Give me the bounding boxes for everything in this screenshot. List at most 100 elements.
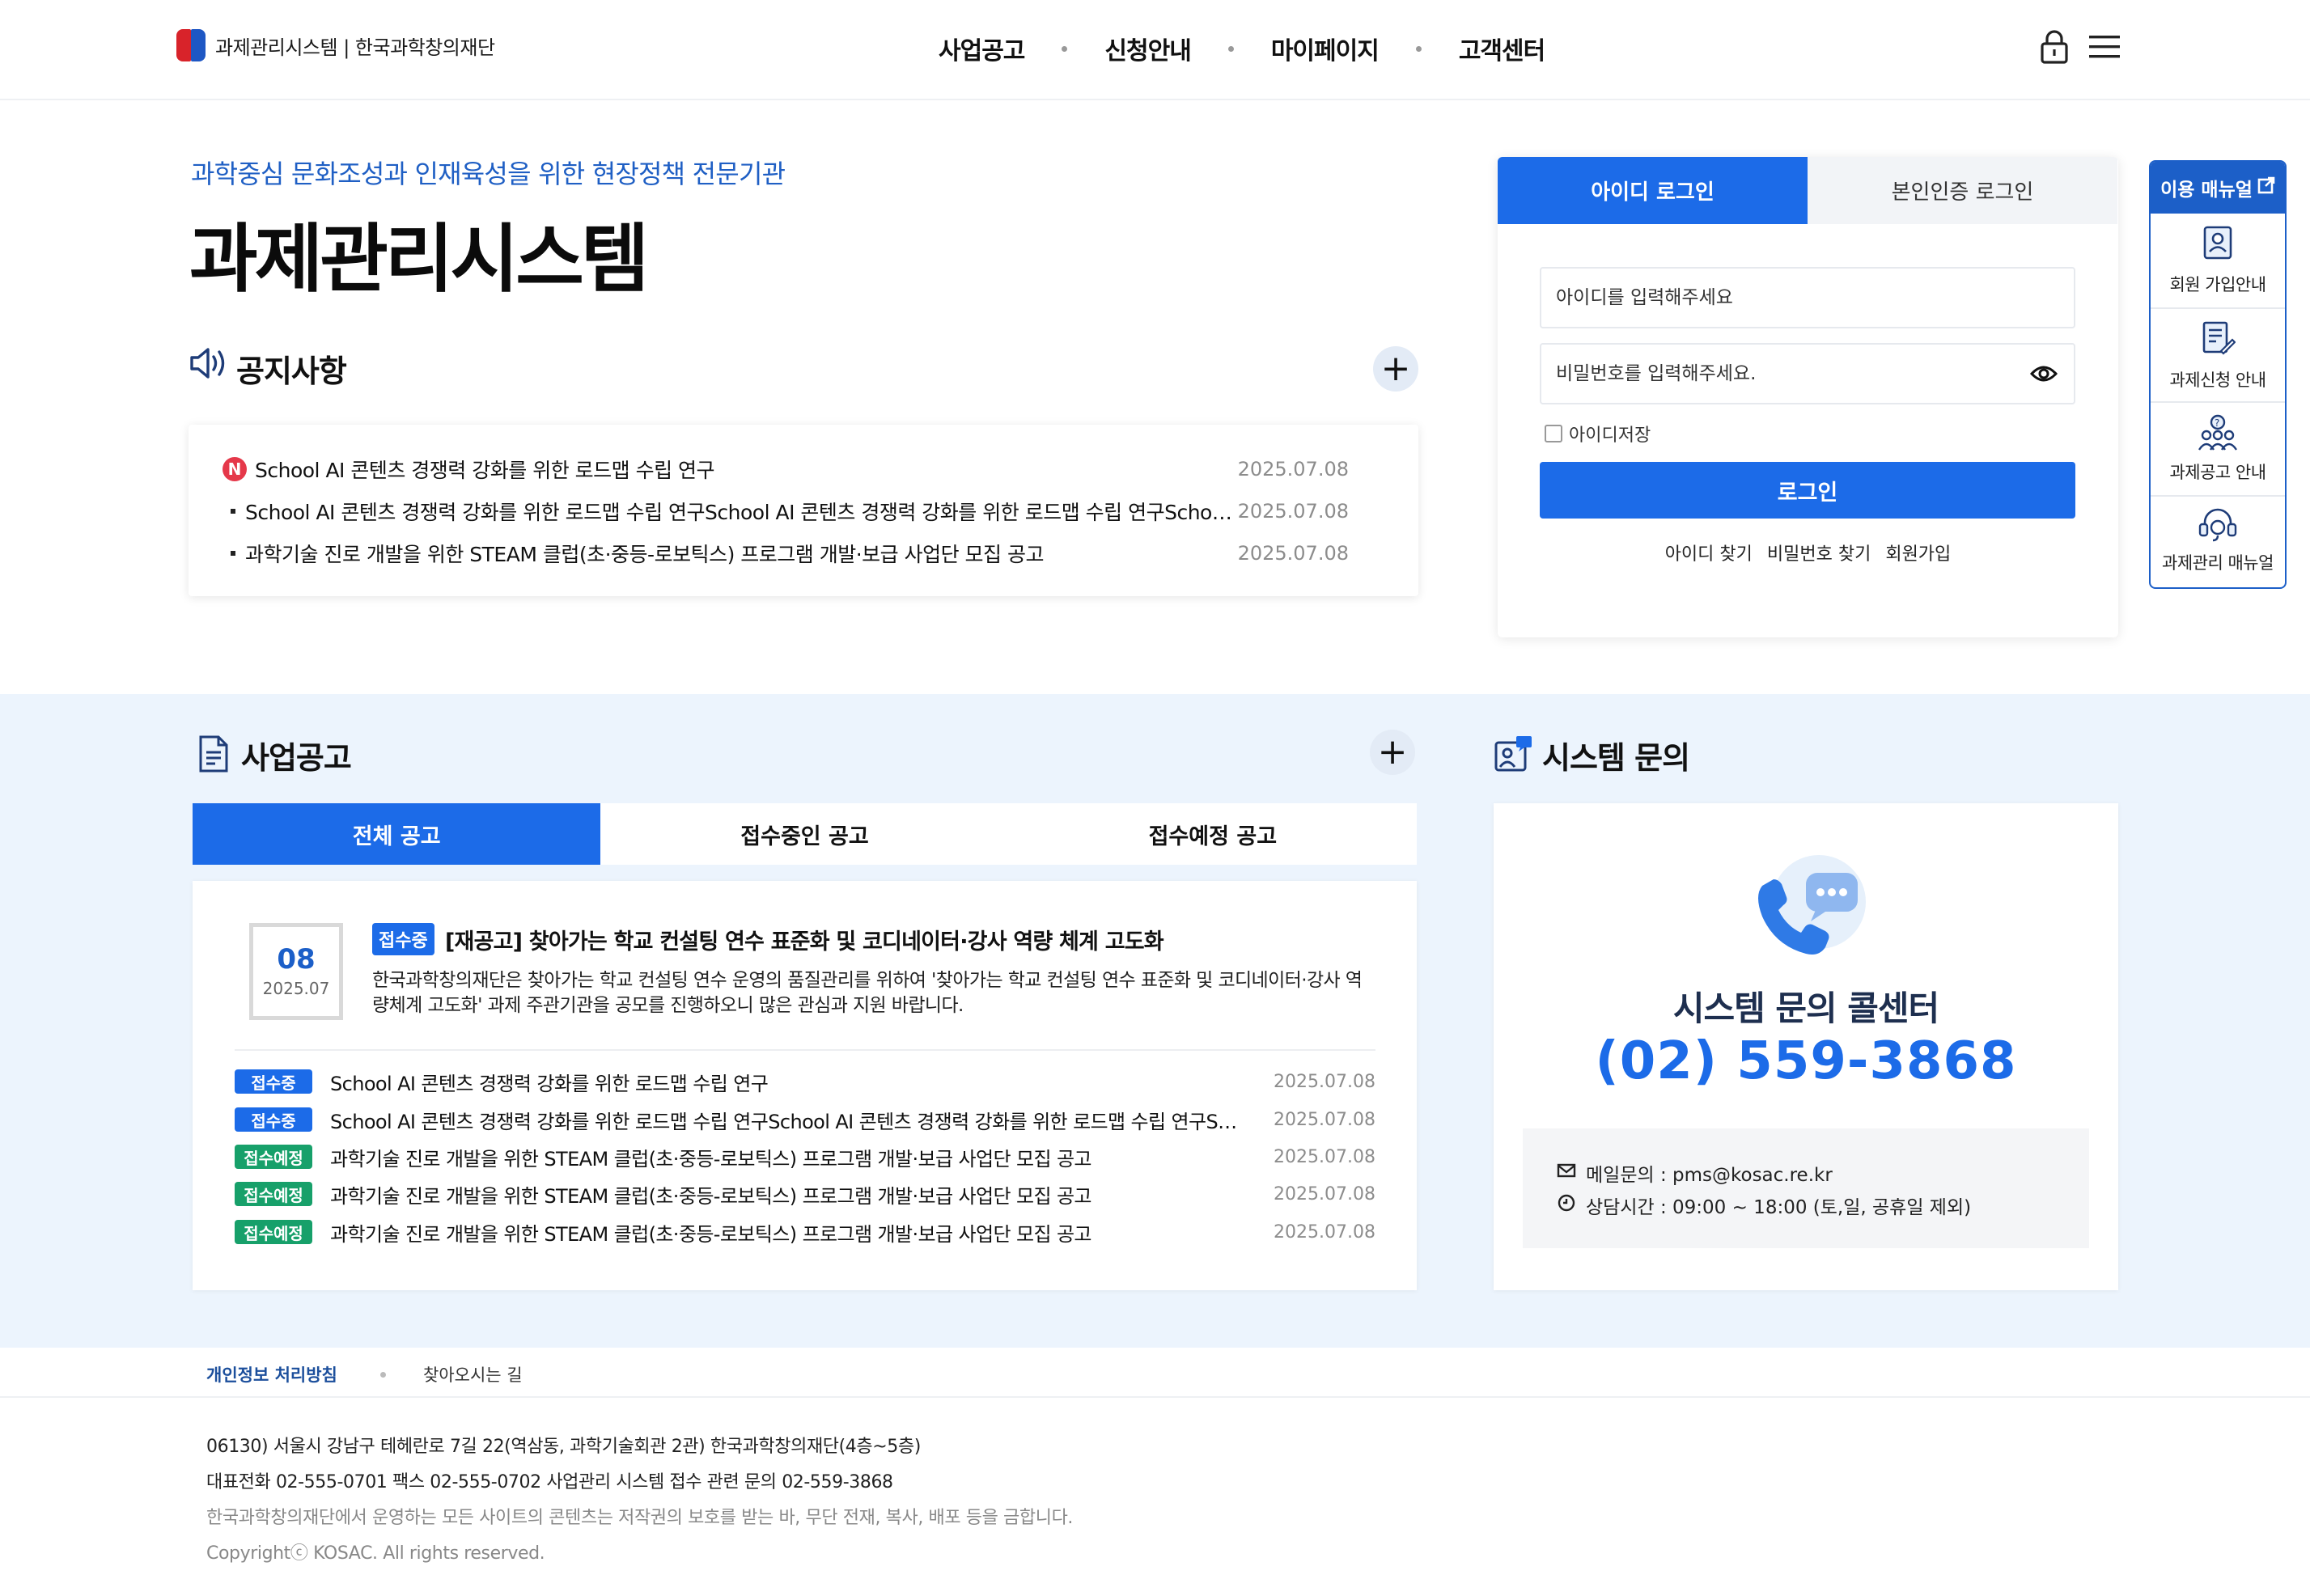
bullet-icon [231,551,235,556]
hours-line: 상담시간 : 09:00 ~ 18:00 (토,일, 공휴일 제외) [1557,1192,1971,1219]
list-item-date: 2025.07.08 [1274,1071,1375,1092]
megaphone-icon [189,345,229,385]
nav-item-customer-center[interactable]: 고객센터 [1459,31,1545,66]
nav-separator [1227,45,1234,52]
logo-mark-icon [176,29,207,61]
notice-title: 공지사항 [236,353,347,389]
external-link-icon [2257,176,2275,199]
tab-cert-login[interactable]: 본인인증 로그인 [1808,157,2117,224]
menu-icon[interactable] [2089,34,2120,63]
login-button[interactable]: 로그인 [1540,462,2075,519]
find-id-link[interactable]: 아이디 찾기 [1665,540,1753,565]
nav-item-mypage[interactable]: 마이페이지 [1271,31,1380,66]
inquiry-panel: 시스템 문의 콜센터 (02) 559-3868 메일문의 : pms@kosa… [1494,803,2118,1290]
tab-id-login[interactable]: 아이디 로그인 [1498,157,1808,224]
manual-item-label: 과제관리 매뉴얼 [2162,553,2274,573]
list-item-title: 과학기술 진로 개발을 위한 STEAM 클럽(초·중등-로보틱스) 프로그램 … [330,1147,1091,1171]
featured-day: 08 [277,943,316,976]
list-item-date: 2025.07.08 [1274,1221,1375,1243]
tab-all[interactable]: 전체 공고 [193,803,601,865]
save-id-label: 아이디저장 [1569,425,1651,446]
logo-text: 과제관리시스템 | 한국과학창의재단 [215,36,495,59]
footer-separator [380,1372,386,1378]
footer-copyright-notice: 한국과학창의재단에서 운영하는 모든 사이트의 콘텐츠는 저작권의 보호를 받는… [206,1508,1074,1528]
site-header: 과제관리시스템 | 한국과학창의재단 사업공고 신청안내 마이페이지 고객센터 [0,0,2310,100]
list-item-title: School AI 콘텐츠 경쟁력 강화를 위한 로드맵 수립 연구 [330,1072,769,1095]
notice-item-date: 2025.07.08 [1237,458,1349,480]
nav-separator [1415,45,1422,52]
business-title: 사업공고 [241,740,352,776]
nav-item-apply-guide[interactable]: 신청안내 [1104,31,1191,66]
password-field-wrap [1540,343,2075,404]
business-more-button[interactable]: + [1370,730,1415,775]
inquiry-icon [1494,734,1534,777]
clock-icon [1557,1193,1586,1217]
eye-icon[interactable] [2029,362,2058,388]
status-badge: 접수중 [235,1069,312,1094]
notice-item-title: School AI 콘텐츠 경쟁력 강화를 위한 로드맵 수립 연구 [255,459,715,482]
notice-item[interactable]: 과학기술 진로 개발을 위한 STEAM 클럽(초·중등-로보틱스) 프로그램 … [223,537,1388,569]
status-badge: 접수예정 [235,1145,312,1169]
notice-list: N School AI 콘텐츠 경쟁력 강화를 위한 로드맵 수립 연구 202… [189,425,1418,596]
notice-item[interactable]: School AI 콘텐츠 경쟁력 강화를 위한 로드맵 수립 연구School… [223,495,1388,527]
support-manual-icon [2193,508,2242,547]
lock-icon[interactable] [2040,29,2069,68]
apply-guide-icon [2200,320,2236,359]
featured-year-month: 2025.07 [262,978,330,998]
list-item[interactable]: 접수예정 과학기술 진로 개발을 위한 STEAM 클럽(초·중등-로보틱스) … [235,1216,1375,1248]
checkbox-icon [1545,425,1562,442]
notice-item-date: 2025.07.08 [1237,542,1349,565]
manual-item-apply[interactable]: 과제신청 안내 [2151,307,2285,401]
signup-link[interactable]: 회원가입 [1885,540,1951,565]
list-item-title: 과학기술 진로 개발을 위한 STEAM 클럽(초·중등-로보틱스) 프로그램 … [330,1184,1091,1208]
list-item-date: 2025.07.08 [1274,1146,1375,1167]
list-item[interactable]: 접수예정 과학기술 진로 개발을 위한 STEAM 클럽(초·중등-로보틱스) … [235,1178,1375,1210]
manual-item-member[interactable]: 회원 가입안내 [2151,214,2285,307]
business-tabs: 전체 공고 접수중인 공고 접수예정 공고 [193,803,1417,865]
manual-item-label: 과제신청 안내 [2169,370,2266,390]
find-password-link[interactable]: 비밀번호 찾기 [1767,540,1871,565]
manual-title: 이용 매뉴얼 [2160,180,2253,201]
featured-description: 한국과학창의재단은 찾아가는 학교 컨설팅 연수 운영의 품질관리를 위하여 '… [372,970,1363,1016]
footer-links: 개인정보 처리방침 찾아오시는 길 [0,1348,2310,1398]
list-item[interactable]: 접수중 School AI 콘텐츠 경쟁력 강화를 위한 로드맵 수립 연구Sc… [235,1103,1375,1136]
status-badge: 접수예정 [235,1182,312,1206]
list-item-title: School AI 콘텐츠 경쟁력 강화를 위한 로드맵 수립 연구School… [330,1110,1244,1133]
callcenter-phone[interactable]: (02) 559-3868 [1494,1031,2118,1091]
featured-title[interactable]: [재공고] 찾아가는 학교 컨설팅 연수 표준화 및 코디네이터·강사 역량 체… [445,923,1164,955]
privacy-policy-link[interactable]: 개인정보 처리방침 [206,1362,337,1386]
directions-link[interactable]: 찾아오시는 길 [423,1362,523,1386]
manual-item-manage[interactable]: 과제관리 매뉴얼 [2151,495,2285,587]
footer-contact: 대표전화 02-555-0701 팩스 02-555-0702 사업관리 시스템… [206,1472,893,1492]
notice-item-title: 과학기술 진로 개발을 위한 STEAM 클럽(초·중등-로보틱스) 프로그램 … [245,543,1045,566]
notice-item-date: 2025.07.08 [1237,500,1349,523]
tab-upcoming[interactable]: 접수예정 공고 [1009,803,1417,865]
list-item[interactable]: 접수예정 과학기술 진로 개발을 위한 STEAM 클럽(초·중등-로보틱스) … [235,1141,1375,1173]
list-item[interactable]: 접수중 School AI 콘텐츠 경쟁력 강화를 위한 로드맵 수립 연구 2… [235,1065,1375,1098]
list-item-date: 2025.07.08 [1274,1109,1375,1130]
inquiry-title: 시스템 문의 [1542,740,1690,776]
tab-open[interactable]: 접수중인 공고 [600,803,1008,865]
manual-item-notice[interactable]: ? 과제공고 안내 [2151,401,2285,495]
new-badge: N [223,457,247,481]
id-input[interactable] [1541,269,1994,327]
notice-item-title: School AI 콘텐츠 경쟁력 강화를 위한 로드맵 수립 연구School… [245,501,1240,524]
phone-chat-icon [1741,852,1874,965]
manual-header[interactable]: 이용 매뉴얼 [2151,162,2285,214]
divider [235,1049,1375,1051]
nav-separator [1062,45,1068,52]
password-input[interactable] [1541,345,1994,403]
member-guide-icon [2200,225,2236,264]
main-nav: 사업공고 신청안내 마이페이지 고객센터 [939,31,1545,66]
id-field-wrap [1540,267,2075,328]
notice-more-button[interactable]: + [1373,346,1418,392]
manual-item-label: 과제공고 안내 [2169,463,2266,482]
site-logo[interactable]: 과제관리시스템 | 한국과학창의재단 [176,29,495,61]
notice-item[interactable]: N School AI 콘텐츠 경쟁력 강화를 위한 로드맵 수립 연구 202… [223,453,1388,485]
nav-item-business[interactable]: 사업공고 [939,31,1025,66]
status-badge: 접수예정 [235,1220,312,1244]
list-item-date: 2025.07.08 [1274,1183,1375,1204]
save-id-checkbox[interactable]: 아이디저장 [1545,421,1651,447]
tagline: 과학중심 문화조성과 인재육성을 위한 현장정책 전문기관 [191,159,786,189]
page-title: 과제관리시스템 [189,216,649,303]
